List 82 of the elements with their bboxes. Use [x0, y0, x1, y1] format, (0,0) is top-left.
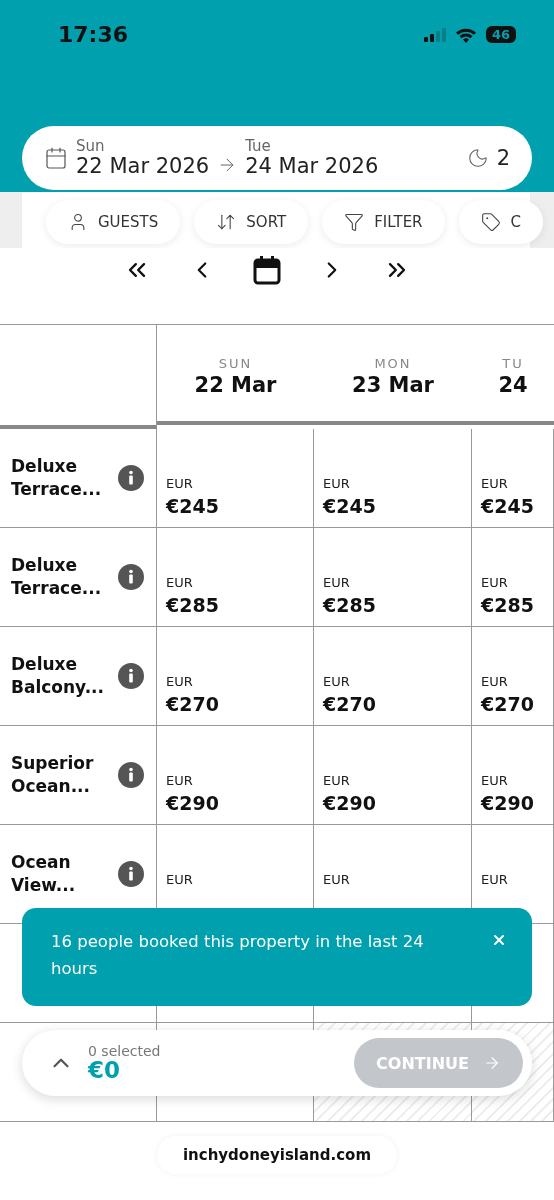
rate-cell[interactable]: EUR €290 [157, 726, 314, 825]
moon-icon [466, 147, 489, 169]
currency-label: EUR [323, 872, 351, 887]
filter-chip[interactable]: C [458, 200, 543, 244]
filter-chip[interactable]: FILTER [322, 200, 445, 244]
date-range-field[interactable]: Sun 22 Mar 2026 Tue 24 Mar 2026 2 [22, 126, 532, 190]
rate-price: €270 [166, 693, 220, 715]
currency-label: EUR [166, 773, 194, 788]
rate-price: €245 [481, 495, 535, 517]
rate-cell[interactable]: EUR €245 [314, 429, 472, 528]
currency-label: EUR [323, 575, 351, 590]
currency-label: EUR [323, 476, 351, 491]
room-name: Deluxe Terrace... [11, 554, 103, 600]
signal-icon [423, 27, 446, 42]
status-time: 17:36 [58, 22, 129, 47]
column-weekday: TU [502, 355, 524, 371]
rate-cell[interactable]: EUR €285 [157, 528, 314, 627]
nights-count: 2 [496, 146, 510, 170]
currency-label: EUR [166, 575, 194, 590]
rate-cell[interactable]: EUR €270 [157, 627, 314, 726]
currency-label: EUR [166, 872, 194, 887]
checkin-date: 22 Mar 2026 [76, 154, 210, 177]
rate-cell[interactable]: EUR €285 [314, 528, 472, 627]
currency-label: EUR [323, 773, 351, 788]
room-name: Deluxe Balcony... [11, 653, 105, 699]
selected-count: 0 selected [88, 1043, 162, 1059]
filter-chip[interactable]: GUESTS [46, 200, 181, 244]
rate-cell[interactable]: EUR €245 [472, 429, 554, 528]
room-name: Superior Ocean... [11, 752, 95, 798]
info-icon[interactable] [118, 762, 144, 788]
room-name: Ocean View... [11, 851, 77, 897]
currency-label: EUR [481, 773, 509, 788]
currency-label: EUR [323, 674, 351, 689]
rate-cell[interactable]: EUR €285 [472, 528, 554, 627]
currency-label: EUR [166, 476, 194, 491]
checkin-day: Sun [76, 139, 210, 155]
checkout-date: 24 Mar 2026 [245, 154, 379, 177]
rate-price: €285 [323, 594, 377, 616]
close-button[interactable] [491, 932, 507, 948]
rate-price: €245 [166, 495, 220, 517]
column-date: 24 [498, 372, 528, 397]
rate-price: €290 [481, 792, 535, 814]
info-icon[interactable] [118, 663, 144, 689]
calendar-icon [44, 146, 68, 170]
tag-icon [480, 212, 501, 232]
column-date: 22 Mar [194, 372, 277, 397]
rate-cell[interactable]: EUR €245 [157, 429, 314, 528]
rate-price: €270 [323, 693, 377, 715]
filter-chip[interactable]: SORT [194, 200, 309, 244]
sort-icon [216, 212, 237, 232]
currency-label: EUR [481, 674, 509, 689]
rate-price: €290 [323, 792, 377, 814]
room-name: Deluxe Terrace... [11, 455, 103, 501]
rate-cell[interactable]: EUR €290 [314, 726, 472, 825]
close-icon [491, 932, 507, 948]
rate-cell[interactable]: EUR €270 [472, 627, 554, 726]
filter-icon [344, 212, 365, 232]
rate-price: €285 [481, 594, 535, 616]
checkout-day: Tue [245, 139, 379, 155]
column-weekday: MON [374, 355, 412, 371]
column-weekday: SUN [218, 355, 253, 371]
wifi-icon [454, 26, 477, 43]
rate-price: €270 [481, 693, 535, 715]
currency-label: EUR [481, 575, 509, 590]
rate-price: €285 [166, 594, 220, 616]
selected-total: €0 [88, 1058, 121, 1083]
rate-cell[interactable]: EUR €270 [314, 627, 472, 726]
info-icon[interactable] [118, 861, 144, 887]
rate-price: €290 [166, 792, 220, 814]
battery-level: 46 [485, 26, 516, 43]
arrow-right-icon [483, 1054, 501, 1072]
column-date: 23 Mar [352, 372, 434, 397]
calendar-icon[interactable] [253, 255, 281, 285]
toast-message: 16 people booked this property in the last 24 hours [51, 931, 425, 981]
rate-price: €245 [323, 495, 377, 517]
info-icon[interactable] [118, 564, 144, 590]
currency-label: EUR [481, 872, 509, 887]
site-domain: inchydoneyisland.com [156, 1136, 398, 1174]
rate-cell[interactable]: EUR €290 [472, 726, 554, 825]
info-icon[interactable] [118, 465, 144, 491]
currency-label: EUR [481, 476, 509, 491]
currency-label: EUR [166, 674, 194, 689]
